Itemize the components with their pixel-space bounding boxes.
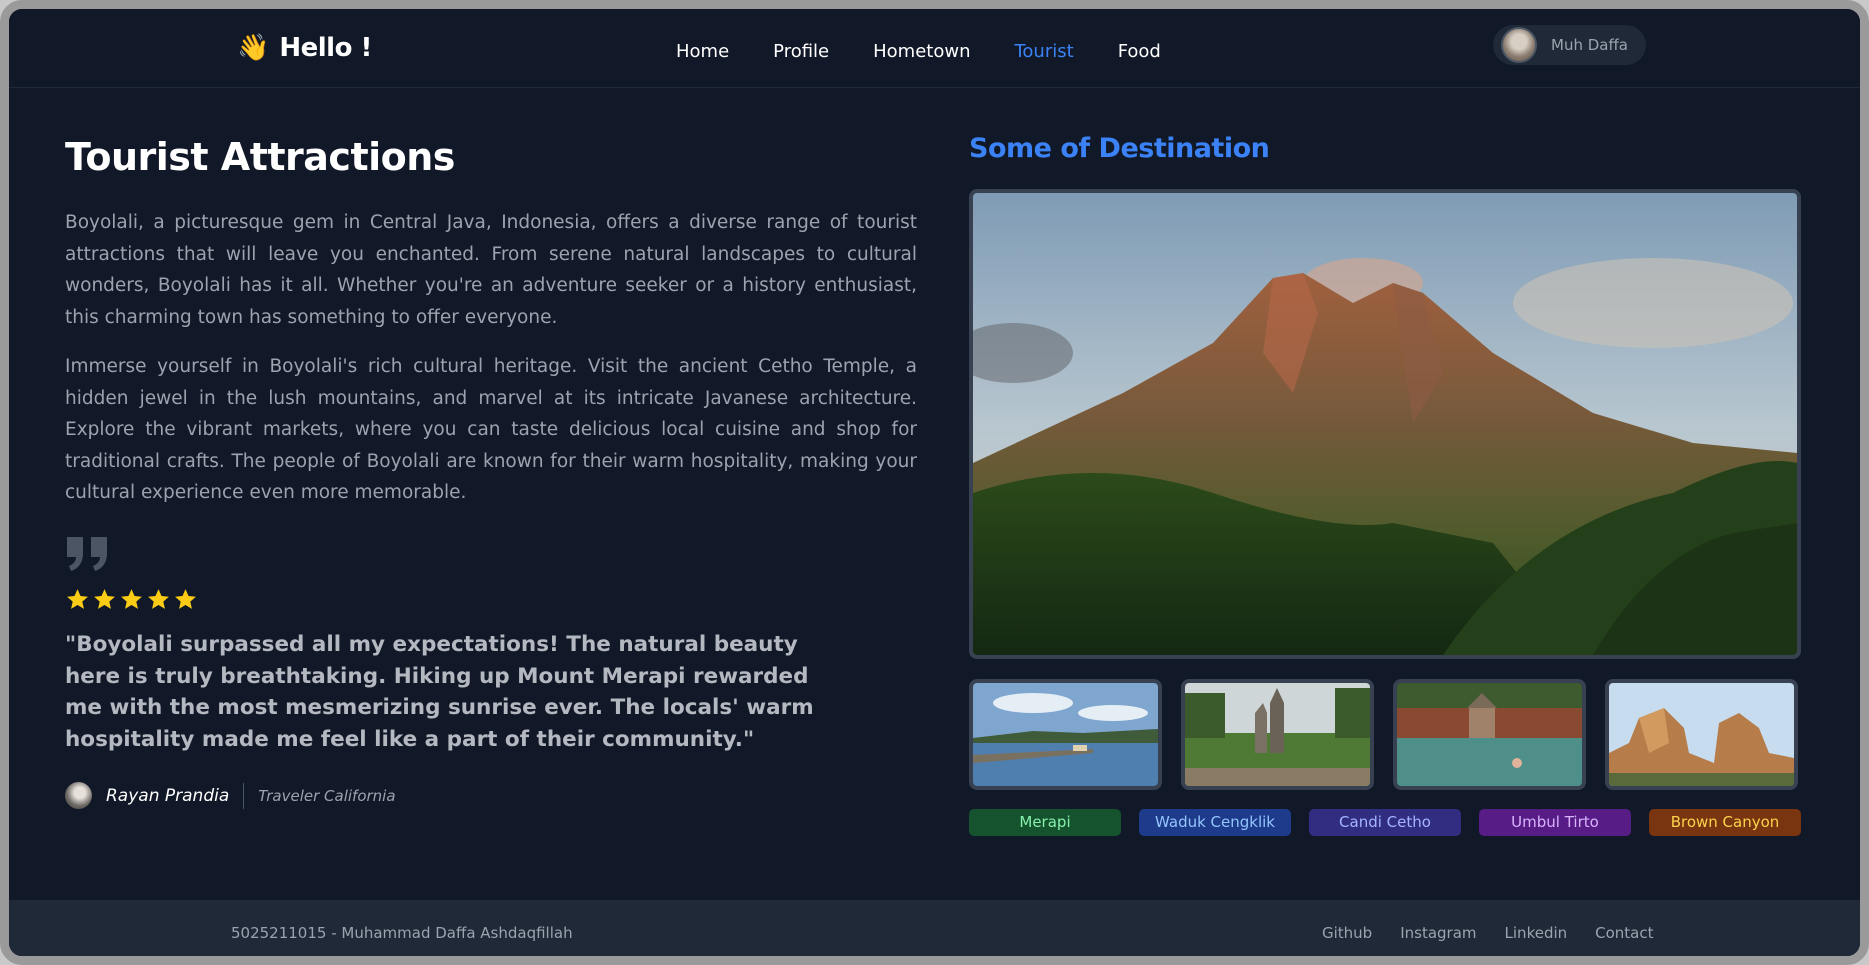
- testimonial-author: Rayan Prandia Traveler California: [65, 782, 396, 809]
- nav-links: Home Profile Hometown Tourist Food: [676, 41, 1205, 62]
- gallery-title: Some of Destination: [969, 133, 1270, 164]
- intro-paragraph: Boyolali, a picturesque gem in Central J…: [65, 212, 917, 328]
- tag-merapi[interactable]: Merapi: [969, 809, 1121, 836]
- star-icon: [121, 589, 142, 609]
- brand-text: Hello !: [279, 33, 372, 63]
- waving-hand-icon: 👋: [237, 33, 270, 63]
- umbul-tirto-thumbnail[interactable]: [1393, 679, 1586, 790]
- candi-cetho-thumbnail[interactable]: [1181, 679, 1374, 790]
- user-name: Muh Daffa: [1551, 36, 1628, 54]
- avatar: [1501, 27, 1537, 63]
- star-icon: [67, 589, 88, 609]
- star-icon: [175, 589, 196, 609]
- author-name: Rayan Prandia: [106, 785, 230, 806]
- quote-icon: [67, 537, 107, 571]
- brown-canyon-thumbnail[interactable]: [1605, 679, 1798, 790]
- footer-link-linkedin[interactable]: Linkedin: [1505, 924, 1568, 942]
- author-divider: [243, 782, 245, 809]
- star-icon: [148, 589, 169, 609]
- app-window: 👋 Hello ! Home Profile Hometown Tourist …: [0, 0, 1869, 965]
- footer-link-instagram[interactable]: Instagram: [1400, 924, 1476, 942]
- footer-link-github[interactable]: Github: [1322, 924, 1372, 942]
- merapi-photo[interactable]: [969, 189, 1801, 659]
- star-icon: [94, 589, 115, 609]
- waduk-cengklik-thumbnail[interactable]: [969, 679, 1162, 790]
- rating-stars: [65, 587, 198, 612]
- author-avatar: [65, 782, 92, 809]
- nav-link-food[interactable]: Food: [1118, 41, 1161, 62]
- author-role: Traveler California: [258, 786, 396, 805]
- nav-link-tourist[interactable]: Tourist: [1014, 41, 1073, 62]
- footer-copyright: 5025211015 - Muhammad Daffa Ashdaqfillah: [231, 924, 573, 942]
- nav-link-profile[interactable]: Profile: [773, 41, 829, 62]
- nav-link-hometown[interactable]: Hometown: [873, 41, 970, 62]
- page-title: Tourist Attractions: [65, 135, 455, 179]
- tag-brown-canyon[interactable]: Brown Canyon: [1649, 809, 1801, 836]
- tag-waduk-cengklik[interactable]: Waduk Cengklik: [1139, 809, 1291, 836]
- navbar: 👋 Hello ! Home Profile Hometown Tourist …: [9, 9, 1860, 88]
- user-menu[interactable]: Muh Daffa: [1493, 25, 1646, 65]
- tag-candi-cetho[interactable]: Candi Cetho: [1309, 809, 1461, 836]
- brand[interactable]: 👋 Hello !: [237, 33, 372, 63]
- tag-umbul-tirto[interactable]: Umbul Tirto: [1479, 809, 1631, 836]
- testimonial-quote: "Boyolali surpassed all my expectations!…: [65, 632, 814, 752]
- footer-link-contact[interactable]: Contact: [1595, 924, 1653, 942]
- footer: 5025211015 - Muhammad Daffa Ashdaqfillah…: [9, 900, 1860, 956]
- culture-paragraph: Immerse yourself in Boyolali's rich cult…: [65, 356, 917, 503]
- nav-link-home[interactable]: Home: [676, 41, 729, 62]
- footer-links: Github Instagram Linkedin Contact: [1322, 924, 1682, 942]
